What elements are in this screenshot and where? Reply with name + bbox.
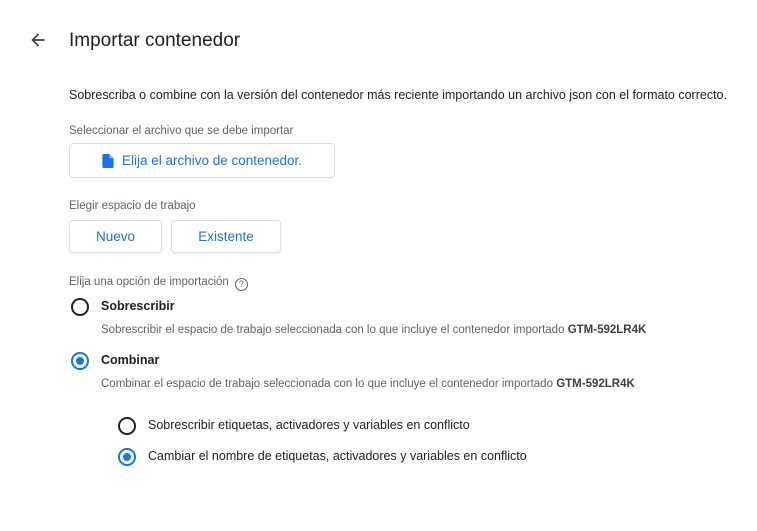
file-icon (102, 153, 114, 168)
overwrite-conflicts-radio[interactable] (118, 417, 136, 435)
choose-file-label: Elija el archivo de contenedor. (121, 153, 303, 168)
overwrite-conflicts-label: Sobrescribir etiquetas, activadores y va… (148, 418, 470, 432)
existing-workspace-button[interactable]: Existente (171, 220, 281, 253)
merge-container-id: GTM-592LR4K (556, 378, 635, 390)
back-button[interactable] (26, 28, 50, 52)
merge-title: Combinar (101, 353, 160, 367)
import-option-label-row: Elija una opción de importación? (69, 276, 248, 291)
page-title: Importar contenedor (69, 30, 241, 51)
overwrite-desc-text: Sobrescribir el espacio de trabajo selec… (101, 324, 565, 336)
new-workspace-button[interactable]: Nuevo (69, 220, 162, 253)
file-label: Seleccionar el archivo que se debe impor… (69, 125, 294, 137)
rename-conflicts-radio[interactable] (118, 448, 136, 466)
overwrite-radio[interactable] (71, 298, 89, 316)
choose-file-button[interactable]: Elija el archivo de contenedor. (69, 143, 335, 178)
merge-desc-text: Combinar el espacio de trabajo seleccion… (101, 378, 553, 390)
import-option-label: Elija una opción de importación (69, 276, 229, 288)
overwrite-description: Sobrescribir el espacio de trabajo selec… (101, 324, 646, 336)
overwrite-container-id: GTM-592LR4K (567, 324, 647, 336)
overwrite-title: Sobrescribir (101, 299, 175, 313)
arrow-back-icon (31, 33, 45, 47)
rename-conflicts-label: Cambiar el nombre de etiquetas, activado… (148, 449, 527, 463)
workspace-label: Elegir espacio de trabajo (69, 200, 196, 212)
help-icon[interactable]: ? (234, 278, 248, 291)
merge-radio[interactable] (71, 352, 89, 370)
intro-text: Sobrescriba o combine con la versión del… (69, 88, 727, 102)
merge-description: Combinar el espacio de trabajo seleccion… (101, 378, 635, 390)
